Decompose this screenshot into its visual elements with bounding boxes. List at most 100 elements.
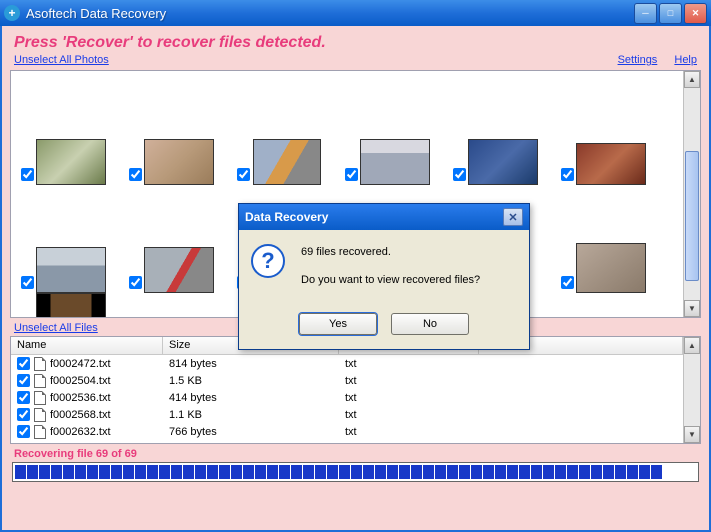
file-extension: txt xyxy=(339,409,479,421)
file-size: 1.1 KB xyxy=(163,409,339,421)
close-button[interactable]: ✕ xyxy=(684,3,707,24)
progress-segment xyxy=(315,465,326,479)
file-name: f0002632.txt xyxy=(50,426,111,438)
photo-image[interactable] xyxy=(144,139,214,185)
maximize-button[interactable]: □ xyxy=(659,3,682,24)
progress-segment xyxy=(411,465,422,479)
file-size: 766 bytes xyxy=(163,426,339,438)
question-icon: ? xyxy=(251,244,285,278)
file-checkbox[interactable] xyxy=(17,374,30,387)
photo-thumbnail[interactable] xyxy=(557,77,665,185)
photo-thumbnail[interactable] xyxy=(557,185,665,293)
photo-thumbnail[interactable] xyxy=(449,77,557,185)
scroll-down-button[interactable]: ▼ xyxy=(684,300,700,317)
progress-segment xyxy=(507,465,518,479)
progress-segment xyxy=(219,465,230,479)
progress-segment xyxy=(435,465,446,479)
photo-thumbnail[interactable] xyxy=(233,77,341,185)
progress-segment xyxy=(603,465,614,479)
progress-segment xyxy=(375,465,386,479)
file-row[interactable]: f0002536.txt414 bytestxt xyxy=(11,389,683,406)
dialog-message-1: 69 files recovered. xyxy=(301,244,480,262)
progress-bar xyxy=(12,462,699,482)
photo-image[interactable] xyxy=(36,247,106,293)
progress-segment xyxy=(495,465,506,479)
file-row[interactable]: f0002472.txt814 bytestxt xyxy=(11,355,683,372)
progress-segment xyxy=(27,465,38,479)
photo-image[interactable] xyxy=(144,247,214,293)
photo-checkbox[interactable] xyxy=(561,168,574,181)
photo-thumbnail[interactable] xyxy=(17,293,125,317)
photo-image[interactable] xyxy=(36,139,106,185)
photo-checkbox[interactable] xyxy=(21,276,34,289)
file-icon xyxy=(34,425,46,439)
yes-button[interactable]: Yes xyxy=(299,313,377,335)
progress-segment xyxy=(51,465,62,479)
progress-segment xyxy=(207,465,218,479)
progress-segment xyxy=(243,465,254,479)
photo-checkbox[interactable] xyxy=(129,276,142,289)
progress-segment xyxy=(651,465,662,479)
column-name[interactable]: Name xyxy=(11,337,163,354)
photo-checkbox[interactable] xyxy=(561,276,574,289)
progress-segment xyxy=(279,465,290,479)
photo-thumbnail[interactable] xyxy=(125,185,233,293)
photo-image[interactable] xyxy=(468,139,538,185)
file-extension: txt xyxy=(339,358,479,370)
progress-segment xyxy=(75,465,86,479)
progress-segment xyxy=(627,465,638,479)
photo-checkbox[interactable] xyxy=(345,168,358,181)
file-checkbox[interactable] xyxy=(17,408,30,421)
settings-link[interactable]: Settings xyxy=(618,54,658,66)
photo-thumbnail[interactable] xyxy=(17,77,125,185)
photo-image[interactable] xyxy=(576,143,646,185)
file-row[interactable]: f0002568.txt 1.1 KBtxt xyxy=(11,406,683,423)
file-name: f0002504.txt xyxy=(50,375,111,387)
no-button[interactable]: No xyxy=(391,313,469,335)
photo-thumbnail[interactable] xyxy=(341,77,449,185)
progress-segment xyxy=(447,465,458,479)
dialog-titlebar[interactable]: Data Recovery ✕ xyxy=(239,204,529,230)
progress-segment xyxy=(63,465,74,479)
photo-checkbox[interactable] xyxy=(129,168,142,181)
file-icon xyxy=(34,391,46,405)
progress-segment xyxy=(267,465,278,479)
progress-segment xyxy=(87,465,98,479)
progress-segment xyxy=(567,465,578,479)
unselect-all-files-link[interactable]: Unselect All Files xyxy=(14,322,98,334)
progress-segment xyxy=(363,465,374,479)
photo-image[interactable] xyxy=(253,139,321,185)
photo-image[interactable] xyxy=(36,293,106,317)
progress-segment xyxy=(591,465,602,479)
file-name: f0002568.txt xyxy=(50,409,111,421)
file-checkbox[interactable] xyxy=(17,391,30,404)
photo-thumbnail[interactable] xyxy=(125,77,233,185)
photo-checkbox[interactable] xyxy=(237,168,250,181)
scroll-up-button[interactable]: ▲ xyxy=(684,337,700,354)
photos-scrollbar[interactable]: ▲ ▼ xyxy=(683,71,700,317)
help-link[interactable]: Help xyxy=(674,54,697,66)
scroll-down-button[interactable]: ▼ xyxy=(684,426,700,443)
photo-checkbox[interactable] xyxy=(21,168,34,181)
progress-segment xyxy=(555,465,566,479)
file-checkbox[interactable] xyxy=(17,425,30,438)
progress-segment xyxy=(111,465,122,479)
files-panel: Name Size Extension f0002472.txt814 byte… xyxy=(10,336,701,444)
file-checkbox[interactable] xyxy=(17,357,30,370)
file-row[interactable]: f0002632.txt766 bytestxt xyxy=(11,423,683,440)
scroll-thumb[interactable] xyxy=(685,151,699,281)
progress-segment xyxy=(639,465,650,479)
progress-segment xyxy=(615,465,626,479)
scroll-up-button[interactable]: ▲ xyxy=(684,71,700,88)
progress-segment xyxy=(255,465,266,479)
files-scrollbar[interactable]: ▲ ▼ xyxy=(683,337,700,443)
dialog-message-2: Do you want to view recovered files? xyxy=(301,272,480,290)
dialog-close-button[interactable]: ✕ xyxy=(503,208,523,226)
minimize-button[interactable]: ─ xyxy=(634,3,657,24)
file-row[interactable]: f0002504.txt1.5 KBtxt xyxy=(11,372,683,389)
photo-image[interactable] xyxy=(360,139,430,185)
photo-checkbox[interactable] xyxy=(453,168,466,181)
photo-thumbnail[interactable] xyxy=(17,185,125,293)
unselect-all-photos-link[interactable]: Unselect All Photos xyxy=(14,54,109,66)
photo-image[interactable] xyxy=(576,243,646,293)
